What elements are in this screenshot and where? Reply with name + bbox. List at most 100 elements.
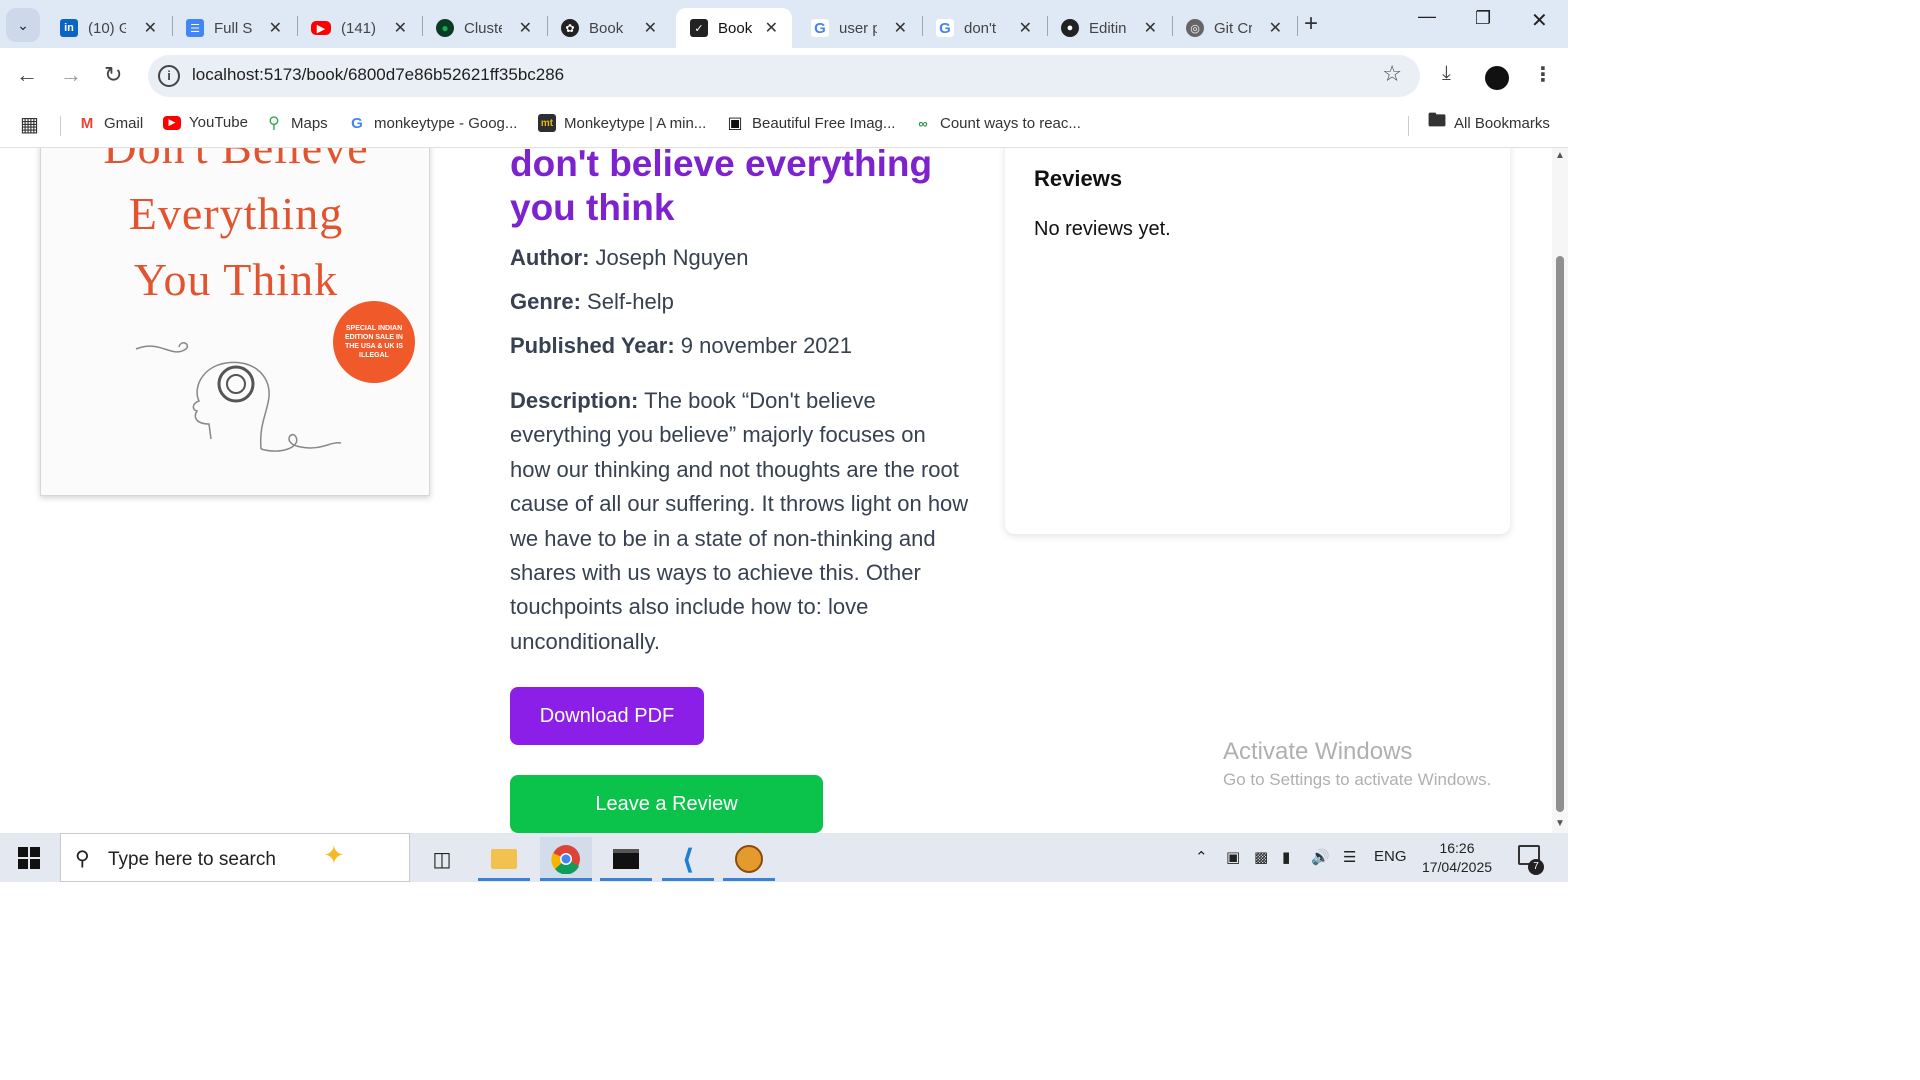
leave-review-button[interactable]: Leave a Review [510, 775, 823, 833]
language-indicator[interactable]: ENG [1374, 848, 1407, 865]
reload-icon[interactable]: ↻ [104, 62, 122, 88]
tab-mongodb[interactable]: ● Cluste ✕ [422, 8, 546, 48]
close-icon[interactable]: ✕ [1269, 18, 1282, 38]
tab-title: Git Cr [1214, 19, 1252, 37]
search-icon: ⚲ [75, 848, 90, 870]
windows-start-icon[interactable] [18, 847, 40, 869]
wifi-icon[interactable]: ☰ [1343, 848, 1356, 866]
reviews-empty-text: No reviews yet. [1034, 218, 1171, 240]
menu-icon[interactable]: ⋮ [1533, 62, 1553, 87]
close-icon[interactable]: ✕ [1019, 18, 1032, 38]
new-tab-button[interactable]: + [1304, 10, 1318, 38]
minimize-icon[interactable]: — [1418, 6, 1436, 27]
geeksforgeeks-icon: ∞ [918, 115, 928, 131]
bookmark-unsplash[interactable]: ▣ Beautiful Free Imag... [726, 114, 895, 133]
tab-youtube[interactable]: ▶ (141) ✕ [297, 8, 421, 48]
tab-git[interactable]: ◎ Git Cr ✕ [1172, 8, 1296, 48]
close-icon[interactable]: ✕ [394, 18, 407, 38]
scroll-thumb[interactable] [1556, 256, 1564, 812]
copilot-sparkle-icon: ✦ [323, 840, 345, 870]
book-cover-image: Don't Believe Everything You Think SPECI… [40, 148, 430, 496]
genre-value: Self-help [587, 289, 674, 314]
tab-google-dont[interactable]: G don't ✕ [922, 8, 1046, 48]
tray-chevron-up-icon[interactable]: ⌃ [1195, 848, 1208, 866]
tab-search-button[interactable]: ⌄ [6, 8, 40, 42]
github-icon: ● [1061, 19, 1079, 37]
author-value: Joseph Nguyen [595, 245, 749, 270]
forward-icon[interactable]: → [60, 62, 82, 88]
terminal-icon[interactable] [600, 837, 652, 881]
dog-app-icon[interactable] [723, 837, 775, 881]
bookmark-star-icon[interactable]: ☆ [1382, 61, 1402, 87]
cover-title-line: Don't Believe [41, 148, 429, 174]
close-icon[interactable]: ✕ [1144, 18, 1157, 38]
reviews-heading: Reviews [1034, 166, 1123, 191]
task-view-icon[interactable]: ◫ [416, 837, 468, 881]
all-bookmarks-label: All Bookmarks [1454, 114, 1550, 132]
tab-book-active[interactable]: ✓ Book ✕ [676, 8, 792, 48]
notification-count-badge: 7 [1528, 859, 1544, 875]
close-icon[interactable]: ✕ [894, 18, 907, 38]
battery-icon[interactable]: ▮ [1282, 848, 1290, 866]
openai-icon: ✿ [561, 19, 579, 37]
profile-avatar[interactable] [1485, 66, 1509, 90]
docs-icon: ☰ [186, 19, 204, 37]
close-icon[interactable]: ✕ [644, 18, 657, 38]
chrome-icon[interactable] [540, 837, 592, 881]
address-bar[interactable]: i localhost:5173/book/6800d7e86b52621ff3… [148, 55, 1420, 97]
all-bookmarks-button[interactable]: 🖿 All Bookmarks [1428, 110, 1550, 132]
site-info-icon[interactable]: i [158, 65, 180, 87]
bookmark-youtube[interactable]: ▶ YouTube [163, 114, 248, 131]
url-text[interactable]: localhost:5173/book/6800d7e86b52621ff35b… [192, 65, 564, 85]
vscode-icon[interactable]: ⟨ [662, 837, 714, 881]
bookmark-monkeytype-google[interactable]: G monkeytype - Goog... [348, 114, 517, 132]
close-icon[interactable]: ✕ [765, 18, 778, 38]
bookmark-label: monkeytype - Goog... [374, 114, 518, 132]
tab-title: Cluste [464, 19, 502, 37]
book-genre-row: Genre: Self-help [510, 286, 970, 318]
apps-icon[interactable]: ▦ [20, 112, 39, 137]
book-year-row: Published Year: 9 november 2021 [510, 330, 970, 362]
google-icon: G [811, 19, 829, 37]
window-close-icon[interactable]: ✕ [1531, 8, 1548, 33]
windows-taskbar: ⚲ Type here to search ✦ ◫ ⟨ ⌃ ▣ ▩ ▮ 🔊 ☰ … [0, 833, 1568, 882]
maps-icon: ⚲ [268, 115, 280, 132]
taskbar-search-box[interactable]: ⚲ Type here to search ✦ [60, 833, 410, 882]
tab-google-user[interactable]: G user p ✕ [797, 8, 921, 48]
bookmark-gmail[interactable]: M Gmail [78, 114, 143, 132]
page-scrollbar[interactable]: ▲ ▼ [1552, 148, 1568, 833]
watermark-subtitle: Go to Settings to activate Windows. [1223, 770, 1492, 789]
download-pdf-button[interactable]: Download PDF [510, 687, 704, 745]
close-icon[interactable]: ✕ [269, 18, 282, 38]
mongodb-icon: ● [436, 19, 454, 37]
monkeytype-icon: mt [538, 114, 556, 132]
file-explorer-icon[interactable] [478, 837, 530, 881]
volume-icon[interactable]: 🔊 [1311, 848, 1330, 866]
linkedin-icon: in [60, 19, 78, 37]
download-icon[interactable]: ⤓ [1442, 62, 1451, 85]
tab-linkedin[interactable]: in (10) G ✕ [46, 8, 171, 48]
bookmark-maps[interactable]: ⚲ Maps [265, 114, 328, 133]
scroll-down-arrow-icon[interactable]: ▼ [1555, 818, 1565, 829]
bookmark-geeksforgeeks[interactable]: ∞ Count ways to reac... [914, 114, 1081, 132]
display-icon[interactable]: ▩ [1254, 848, 1268, 866]
tab-github[interactable]: ● Editin ✕ [1047, 8, 1171, 48]
bookmark-monkeytype[interactable]: mt Monkeytype | A min... [538, 114, 706, 132]
meet-icon[interactable]: ▣ [1226, 848, 1240, 866]
scroll-up-arrow-icon[interactable]: ▲ [1555, 150, 1565, 161]
bookmark-label: Monkeytype | A min... [564, 114, 707, 132]
back-icon[interactable]: ← [16, 62, 38, 88]
taskbar-clock[interactable]: 16:26 17/04/2025 [1415, 839, 1499, 877]
close-icon[interactable]: ✕ [144, 18, 157, 38]
close-icon[interactable]: ✕ [519, 18, 532, 38]
tab-docs[interactable]: ☰ Full St ✕ [172, 8, 296, 48]
year-label: Published Year: [510, 333, 675, 358]
taskbar-search-placeholder: Type here to search [108, 849, 276, 870]
tab-chatgpt[interactable]: ✿ Book ✕ [547, 8, 671, 48]
tab-title: Book [589, 19, 624, 37]
restore-icon[interactable]: ❐ [1475, 8, 1491, 29]
activate-windows-watermark: Activate Windows Go to Settings to activ… [1223, 738, 1491, 790]
folder-icon: 🖿 [1428, 110, 1446, 130]
description-text: The book “Don't believe everything you b… [510, 388, 969, 654]
bookmark-label: Maps [291, 114, 328, 132]
